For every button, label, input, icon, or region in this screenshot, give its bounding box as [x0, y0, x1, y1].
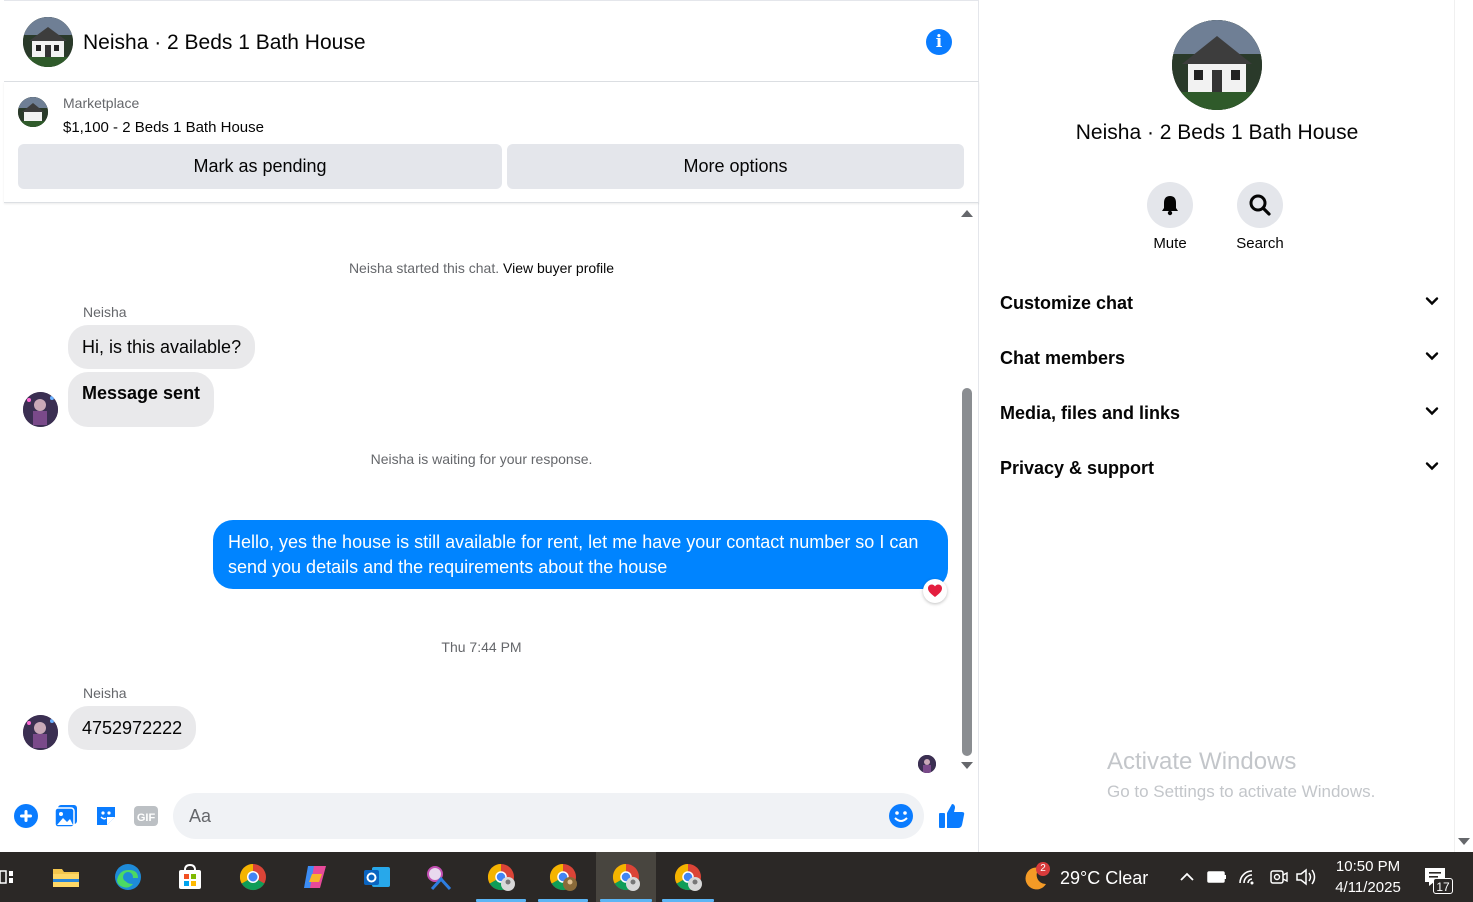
gif-label: GIF: [137, 812, 156, 824]
weather-badge: 2: [1036, 862, 1050, 876]
sender-avatar[interactable]: [23, 715, 58, 750]
section-label: Media, files and links: [1000, 402, 1181, 423]
section-label: Chat members: [1000, 347, 1126, 368]
gif-icon[interactable]: GIF: [133, 803, 159, 829]
chat-started-text: Neisha started this chat.: [348, 260, 500, 276]
activate-windows-watermark: Activate Windows Go to Settings to activ…: [1107, 748, 1375, 802]
incoming-message[interactable]: 4752972222: [68, 706, 197, 750]
chat-title[interactable]: Neisha · 2 Beds 1 Bath House: [83, 31, 366, 55]
marketplace-listing-bar: Marketplace $1,100 - 2 Beds 1 Bath House…: [4, 82, 979, 203]
scroll-thumb[interactable]: [962, 388, 972, 756]
file-explorer-icon[interactable]: [51, 862, 81, 892]
emoji-icon[interactable]: [888, 803, 914, 829]
search-icon: [1237, 182, 1283, 228]
message-timestamp: Thu 7:44 PM: [441, 639, 522, 655]
listing-source: Marketplace: [63, 95, 140, 111]
seen-indicator-avatar: [918, 755, 936, 773]
microsoft-store-icon[interactable]: [175, 862, 205, 892]
sender-avatar[interactable]: [23, 392, 58, 427]
camera-icon[interactable]: [1265, 862, 1291, 892]
scroll-up-arrow-icon[interactable]: [961, 210, 973, 217]
plus-icon[interactable]: [13, 803, 39, 829]
section-label: Customize chat: [1000, 292, 1134, 313]
section-privacy-support[interactable]: Privacy & support: [1000, 453, 1440, 483]
mute-label: Mute: [1153, 235, 1187, 252]
chevron-down-icon: [1424, 293, 1440, 314]
incoming-message[interactable]: Hi, is this available?: [68, 325, 256, 369]
mute-button[interactable]: Mute: [1135, 182, 1205, 252]
sticker-icon[interactable]: [93, 803, 119, 829]
search-button[interactable]: Search: [1225, 182, 1295, 252]
chrome-profile-icon[interactable]: [548, 862, 578, 892]
incoming-message[interactable]: Message sent: [68, 372, 215, 427]
profile-avatar[interactable]: [1172, 20, 1262, 110]
search-label: Search: [1236, 235, 1284, 252]
watermark-title: Activate Windows: [1107, 748, 1297, 775]
listing-thumbnail[interactable]: [18, 97, 48, 127]
section-chat-members[interactable]: Chat members: [1000, 343, 1440, 373]
listing-price-title[interactable]: $1,100 - 2 Beds 1 Bath House: [63, 119, 264, 136]
wifi-icon[interactable]: [1235, 862, 1261, 892]
photo-icon[interactable]: [53, 803, 79, 829]
info-icon[interactable]: i: [926, 29, 952, 55]
sender-name: Neisha: [83, 304, 127, 320]
outlook-icon[interactable]: [362, 862, 392, 892]
chat-info-panel: Neisha · 2 Beds 1 Bath House Mute Search…: [980, 0, 1454, 852]
page-scrollbar[interactable]: [1454, 0, 1473, 852]
clock-time: 10:50 PM: [1335, 858, 1401, 875]
watermark-subtitle: Go to Settings to activate Windows.: [1107, 782, 1376, 801]
thumbs-up-icon[interactable]: [937, 801, 967, 831]
notification-count: 17: [1433, 878, 1453, 894]
scroll-down-arrow-icon[interactable]: [961, 762, 973, 769]
view-buyer-profile-link[interactable]: View buyer profile: [503, 260, 614, 276]
section-media-files-links[interactable]: Media, files and links: [1000, 398, 1440, 428]
chat-header: Neisha · 2 Beds 1 Bath House i: [4, 0, 979, 82]
chrome-profile-icon[interactable]: [486, 862, 516, 892]
chat-scrollbar[interactable]: [959, 205, 975, 775]
snipping-tool-icon[interactable]: [424, 862, 454, 892]
chrome-icon[interactable]: [238, 862, 268, 892]
more-options-button[interactable]: More options: [507, 144, 964, 189]
battery-icon[interactable]: [1204, 862, 1230, 892]
copilot-icon[interactable]: [300, 862, 330, 892]
weather-text[interactable]: 29°C Clear: [1060, 868, 1148, 889]
chrome-profile-icon[interactable]: [673, 862, 703, 892]
edge-browser-icon[interactable]: [113, 862, 143, 892]
profile-name: Neisha · 2 Beds 1 Bath House: [1075, 121, 1359, 144]
sender-name: Neisha: [83, 685, 127, 701]
taskbar-clock[interactable]: 10:50 PM 4/11/2025: [1322, 856, 1414, 898]
windows-taskbar: 2 29°C Clear 10:50 PM 4/11/2025 17: [0, 852, 1473, 902]
messenger-window: Neisha · 2 Beds 1 Bath House i Marketpla…: [0, 0, 1473, 902]
chat-pane: Neisha · 2 Beds 1 Bath House i Marketpla…: [4, 0, 979, 852]
outgoing-message[interactable]: Hello, yes the house is still available …: [213, 520, 948, 589]
message-input[interactable]: [173, 793, 924, 839]
chevron-down-icon: [1424, 458, 1440, 479]
chat-avatar[interactable]: [23, 17, 73, 67]
waiting-notice: Neisha is waiting for your response.: [370, 451, 593, 467]
heart-reaction-icon[interactable]: [923, 579, 947, 603]
mark-as-pending-button[interactable]: Mark as pending: [18, 144, 502, 189]
bell-icon: [1147, 182, 1193, 228]
chevron-up-icon[interactable]: [1174, 862, 1200, 892]
section-label: Privacy & support: [1000, 457, 1155, 478]
chevron-down-icon: [1424, 348, 1440, 369]
chrome-profile-icon[interactable]: [611, 862, 641, 892]
chevron-down-icon: [1424, 403, 1440, 424]
message-composer: GIF: [4, 786, 979, 846]
clock-date: 4/11/2025: [1335, 879, 1401, 896]
volume-icon[interactable]: [1294, 862, 1320, 892]
chat-started-notice: Neisha started this chat. View buyer pro…: [4, 260, 959, 276]
scroll-down-arrow-icon[interactable]: [1458, 838, 1470, 845]
section-customize-chat[interactable]: Customize chat: [1000, 288, 1440, 318]
task-view-icon[interactable]: [0, 862, 14, 892]
